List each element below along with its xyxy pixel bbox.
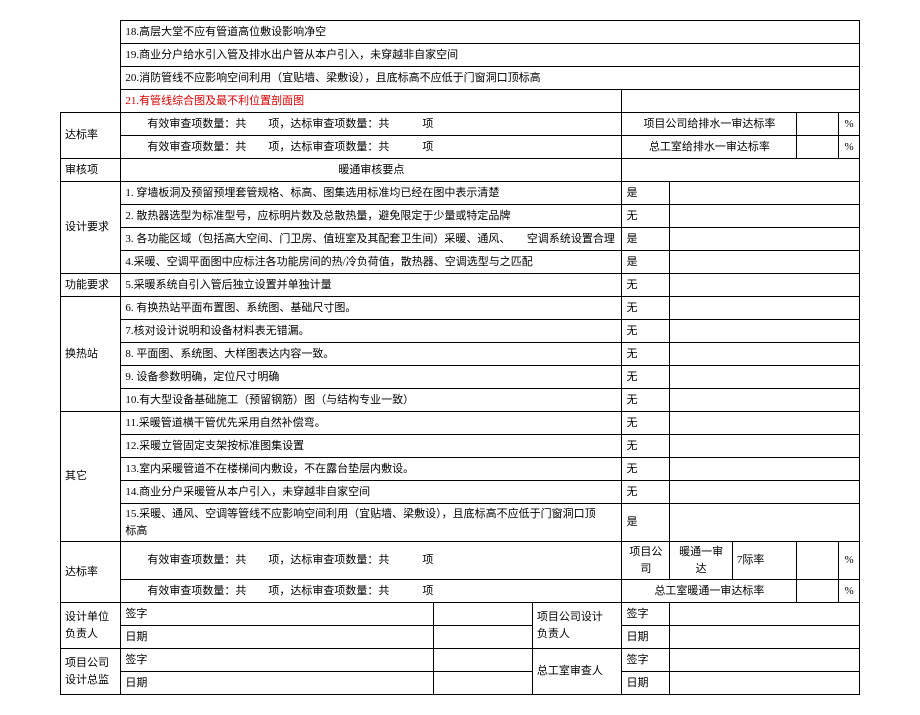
sec1-val2 [797, 136, 839, 159]
chief-reviewer-label: 总工室审查人 [532, 649, 622, 695]
func-row: 5.采暖系统自引入管后独立设置并单独计量 [121, 274, 622, 297]
other-ans-1: 无 [622, 412, 670, 435]
other-ans-4: 无 [622, 481, 670, 504]
design-row-3: 3. 各功能区域（包括高大空间、门卫房、值班室及其配套卫生间）采暖、通风、 空调… [121, 228, 622, 251]
sec1-right2: 总工室给排水一审达标率 [622, 136, 797, 159]
sec2-label: 达标率 [61, 542, 121, 603]
sec2-val1 [797, 542, 839, 580]
heat-ans-3: 无 [622, 343, 670, 366]
pct-3: % [839, 542, 860, 580]
proj-director-label: 项目公司 设计总监 [61, 649, 121, 695]
date-label-1: 日期 [121, 626, 434, 649]
heat-ans-1: 无 [622, 297, 670, 320]
pct-4: % [839, 580, 860, 603]
design-ans-4: 是 [622, 251, 670, 274]
sec1-line2: 有效审查项数量：共 项，达标审查项数量：共 项 [121, 136, 622, 159]
other-label: 其它 [61, 412, 121, 542]
date-label-2: 日期 [622, 626, 670, 649]
heat-label: 换热站 [61, 297, 121, 412]
design-row-4: 4.采暖、空调平面图中应标注各功能房间的热/冷负荷值，散热器、空调选型与之匹配 [121, 251, 622, 274]
audit-label: 审核项 [61, 159, 121, 182]
design-ans-3: 是 [622, 228, 670, 251]
heat-row-5: 10.有大型设备基础施工（预留钢筋）图（与结构专业一致） [121, 389, 622, 412]
func-label: 功能要求 [61, 274, 121, 297]
other-ans-2: 无 [622, 435, 670, 458]
other-row-2: 12.采暖立管固定支架按标准图集设置 [121, 435, 622, 458]
row-19: 19.商业分户给水引入管及排水出户管从本户引入，未穿越非自家空间 [121, 44, 860, 67]
heat-row-2: 7.核对设计说明和设备材料表无错漏。 [121, 320, 622, 343]
design-unit-label: 设计单位 负责人 [61, 603, 121, 649]
date-label-4: 日期 [622, 672, 670, 695]
pct-1: % [839, 113, 860, 136]
sec2-line1: 有效审查项数量：共 项，达标审查项数量：共 项 [121, 542, 622, 580]
date-label-3: 日期 [121, 672, 434, 695]
heat-row-4: 9. 设备参数明确，定位尺寸明确 [121, 366, 622, 389]
other-row-1: 11.采暖管道横干管优先采用自然补偿弯。 [121, 412, 622, 435]
heat-row-3: 8. 平面图、系统图、大样图表达内容一致。 [121, 343, 622, 366]
heat-row-1: 6. 有换热站平面布置图、系统图、基础尺寸图。 [121, 297, 622, 320]
heat-ans-2: 无 [622, 320, 670, 343]
sec2-val2 [797, 580, 839, 603]
other-ans-3: 无 [622, 458, 670, 481]
sec2-r1c: 7际率 [732, 542, 797, 580]
other-row-5: 15.采暖、通风、空调等管线不应影响空间利用（宜贴墙、梁敷设），且底标高不应低于… [121, 504, 622, 542]
sec2-right2: 总工室暖通一审达标率 [622, 580, 797, 603]
sig-label-4: 签字 [622, 649, 670, 672]
sig-label-1: 签字 [121, 603, 434, 626]
audit-title: 暖通审核要点 [121, 159, 622, 182]
design-ans-2: 无 [622, 205, 670, 228]
sec2-r1b: 暖通一审达 [670, 542, 733, 580]
row-20: 20.消防管线不应影响空间利用（宜贴墙、梁敷设），且底标高不应低于门窗洞口顶标高 [121, 67, 860, 90]
heat-ans-5: 无 [622, 389, 670, 412]
design-row-2: 2. 散热器选型为标准型号，应标明片数及总散热量，避免限定于少量或特定品牌 [121, 205, 622, 228]
sec2-line2: 有效审查项数量：共 项，达标审查项数量：共 项 [121, 580, 622, 603]
design-ans-1: 是 [622, 182, 670, 205]
row-18: 18.高层大堂不应有管道高位敷设影响净空 [121, 21, 860, 44]
other-row-4: 14.商业分户采暖管从本户引入，未穿越非自家空间 [121, 481, 622, 504]
row-21: 21.有管线综合图及最不利位置剖面图 [121, 90, 622, 113]
pct-2: % [839, 136, 860, 159]
proj-design-label: 项目公司设计 负责人 [532, 603, 622, 649]
sec1-line1: 有效审查项数量：共 项，达标审查项数量：共 项 [121, 113, 622, 136]
sec1-label: 达标率 [61, 113, 121, 159]
heat-ans-4: 无 [622, 366, 670, 389]
func-ans: 无 [622, 274, 670, 297]
other-row-3: 13.室内采暖管道不在楼梯间内敷设，不在露台垫层内敷设。 [121, 458, 622, 481]
sec2-r1a: 项目公司 [622, 542, 670, 580]
sig-label-3: 签字 [121, 649, 434, 672]
sig-label-2: 签字 [622, 603, 670, 626]
other-ans-5: 是 [622, 504, 670, 542]
sec1-val1 [797, 113, 839, 136]
design-row-1: 1. 穿墙板洞及预留预埋套管规格、标高、图集选用标准均已经在图中表示清楚 [121, 182, 622, 205]
design-label: 设计要求 [61, 182, 121, 274]
sec1-right1: 项目公司给排水一审达标率 [622, 113, 797, 136]
